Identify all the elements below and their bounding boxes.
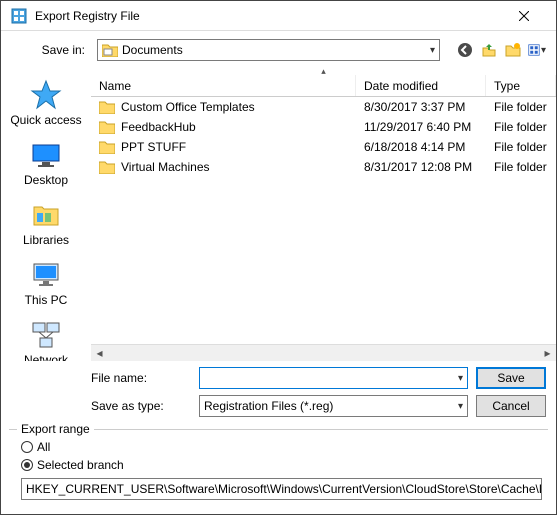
folder-icon (99, 120, 115, 134)
table-row[interactable]: Virtual Machines 8/31/2017 12:08 PM File… (91, 157, 556, 177)
place-libraries[interactable]: Libraries (1, 195, 91, 251)
chevron-down-icon: ▾ (430, 45, 435, 56)
titlebar: Export Registry File (1, 1, 556, 31)
libraries-icon (30, 199, 62, 231)
column-date[interactable]: Date modified (356, 75, 486, 96)
desktop-icon (30, 139, 62, 171)
export-selected-label: Selected branch (37, 458, 124, 472)
savein-dropdown[interactable]: Documents ▾ (97, 39, 440, 61)
place-this-pc[interactable]: This PC (1, 255, 91, 311)
bottom-fields: File name: ▾ Save Save as type: Registra… (1, 361, 556, 427)
export-path-input[interactable]: HKEY_CURRENT_USER\Software\Microsoft\Win… (21, 478, 542, 500)
place-label: Desktop (24, 173, 68, 187)
radio-icon (21, 459, 33, 471)
savein-label: Save in: (11, 43, 89, 57)
chevron-down-icon: ▾ (458, 401, 463, 412)
places-bar: Quick access Desktop Libraries This PC N… (1, 69, 91, 361)
file-rows: Custom Office Templates 8/30/2017 3:37 P… (91, 97, 556, 344)
row-date: 11/29/2017 6:40 PM (356, 120, 486, 134)
export-all-radio[interactable]: All (21, 440, 542, 454)
file-list: ▴ Name Date modified Type Custom Office … (91, 69, 556, 361)
row-name: PPT STUFF (121, 140, 186, 154)
back-button[interactable] (456, 41, 474, 59)
scroll-right-icon[interactable]: ▸ (539, 345, 556, 362)
up-icon (481, 42, 497, 58)
savein-row: Save in: Documents ▾ ▾ (1, 31, 556, 69)
folder-icon (99, 160, 115, 174)
export-selected-radio[interactable]: Selected branch (21, 458, 542, 472)
save-button[interactable]: Save (476, 367, 546, 389)
documents-folder-icon (102, 43, 118, 57)
place-label: Quick access (10, 113, 81, 127)
views-button[interactable]: ▾ (528, 41, 546, 59)
row-name: FeedbackHub (121, 120, 196, 134)
export-all-label: All (37, 440, 50, 454)
row-type: File folder (486, 120, 556, 134)
row-type: File folder (486, 100, 556, 114)
chevron-down-icon: ▾ (458, 373, 463, 384)
column-headers: Name Date modified Type (91, 75, 556, 97)
radio-icon (21, 441, 33, 453)
folder-icon (99, 100, 115, 114)
filename-input[interactable]: ▾ (199, 367, 468, 389)
folder-icon (99, 140, 115, 154)
main-area: Quick access Desktop Libraries This PC N… (1, 69, 556, 361)
row-date: 8/30/2017 3:37 PM (356, 100, 486, 114)
export-range-group: Export range All Selected branch HKEY_CU… (9, 429, 548, 506)
place-desktop[interactable]: Desktop (1, 135, 91, 191)
close-icon (519, 11, 529, 21)
table-row[interactable]: Custom Office Templates 8/30/2017 3:37 P… (91, 97, 556, 117)
new-folder-button[interactable] (504, 41, 522, 59)
row-date: 8/31/2017 12:08 PM (356, 160, 486, 174)
views-icon (528, 42, 540, 58)
savein-value: Documents (122, 43, 183, 57)
export-path-value: HKEY_CURRENT_USER\Software\Microsoft\Win… (26, 482, 542, 496)
place-network[interactable]: Network (1, 315, 91, 361)
export-registry-dialog: Export Registry File Save in: Documents … (0, 0, 557, 515)
column-type[interactable]: Type (486, 75, 556, 96)
export-range-legend: Export range (17, 422, 94, 436)
place-label: This PC (25, 293, 68, 307)
filename-label: File name: (91, 371, 191, 385)
quick-access-icon (30, 79, 62, 111)
up-button[interactable] (480, 41, 498, 59)
place-label: Libraries (23, 233, 69, 247)
scroll-left-icon[interactable]: ◂ (91, 345, 108, 362)
table-row[interactable]: PPT STUFF 6/18/2018 4:14 PM File folder (91, 137, 556, 157)
saveastype-select[interactable]: Registration Files (*.reg) ▾ (199, 395, 468, 417)
row-type: File folder (486, 140, 556, 154)
cancel-button[interactable]: Cancel (476, 395, 546, 417)
place-quick-access[interactable]: Quick access (1, 75, 91, 131)
saveastype-value: Registration Files (*.reg) (204, 399, 333, 413)
chevron-down-icon: ▾ (541, 45, 546, 56)
horizontal-scrollbar[interactable]: ◂ ▸ (91, 344, 556, 361)
place-label: Network (24, 353, 68, 361)
window-title: Export Registry File (35, 9, 140, 23)
table-row[interactable]: FeedbackHub 11/29/2017 6:40 PM File fold… (91, 117, 556, 137)
row-name: Custom Office Templates (121, 100, 255, 114)
close-button[interactable] (501, 1, 546, 30)
row-type: File folder (486, 160, 556, 174)
toolbar: ▾ (448, 41, 546, 59)
this-pc-icon (30, 259, 62, 291)
row-name: Virtual Machines (121, 160, 210, 174)
network-icon (30, 319, 62, 351)
registry-icon (11, 8, 27, 24)
column-name[interactable]: Name (91, 75, 356, 96)
back-icon (457, 42, 473, 58)
saveastype-label: Save as type: (91, 399, 191, 413)
row-date: 6/18/2018 4:14 PM (356, 140, 486, 154)
new-folder-icon (505, 42, 521, 58)
